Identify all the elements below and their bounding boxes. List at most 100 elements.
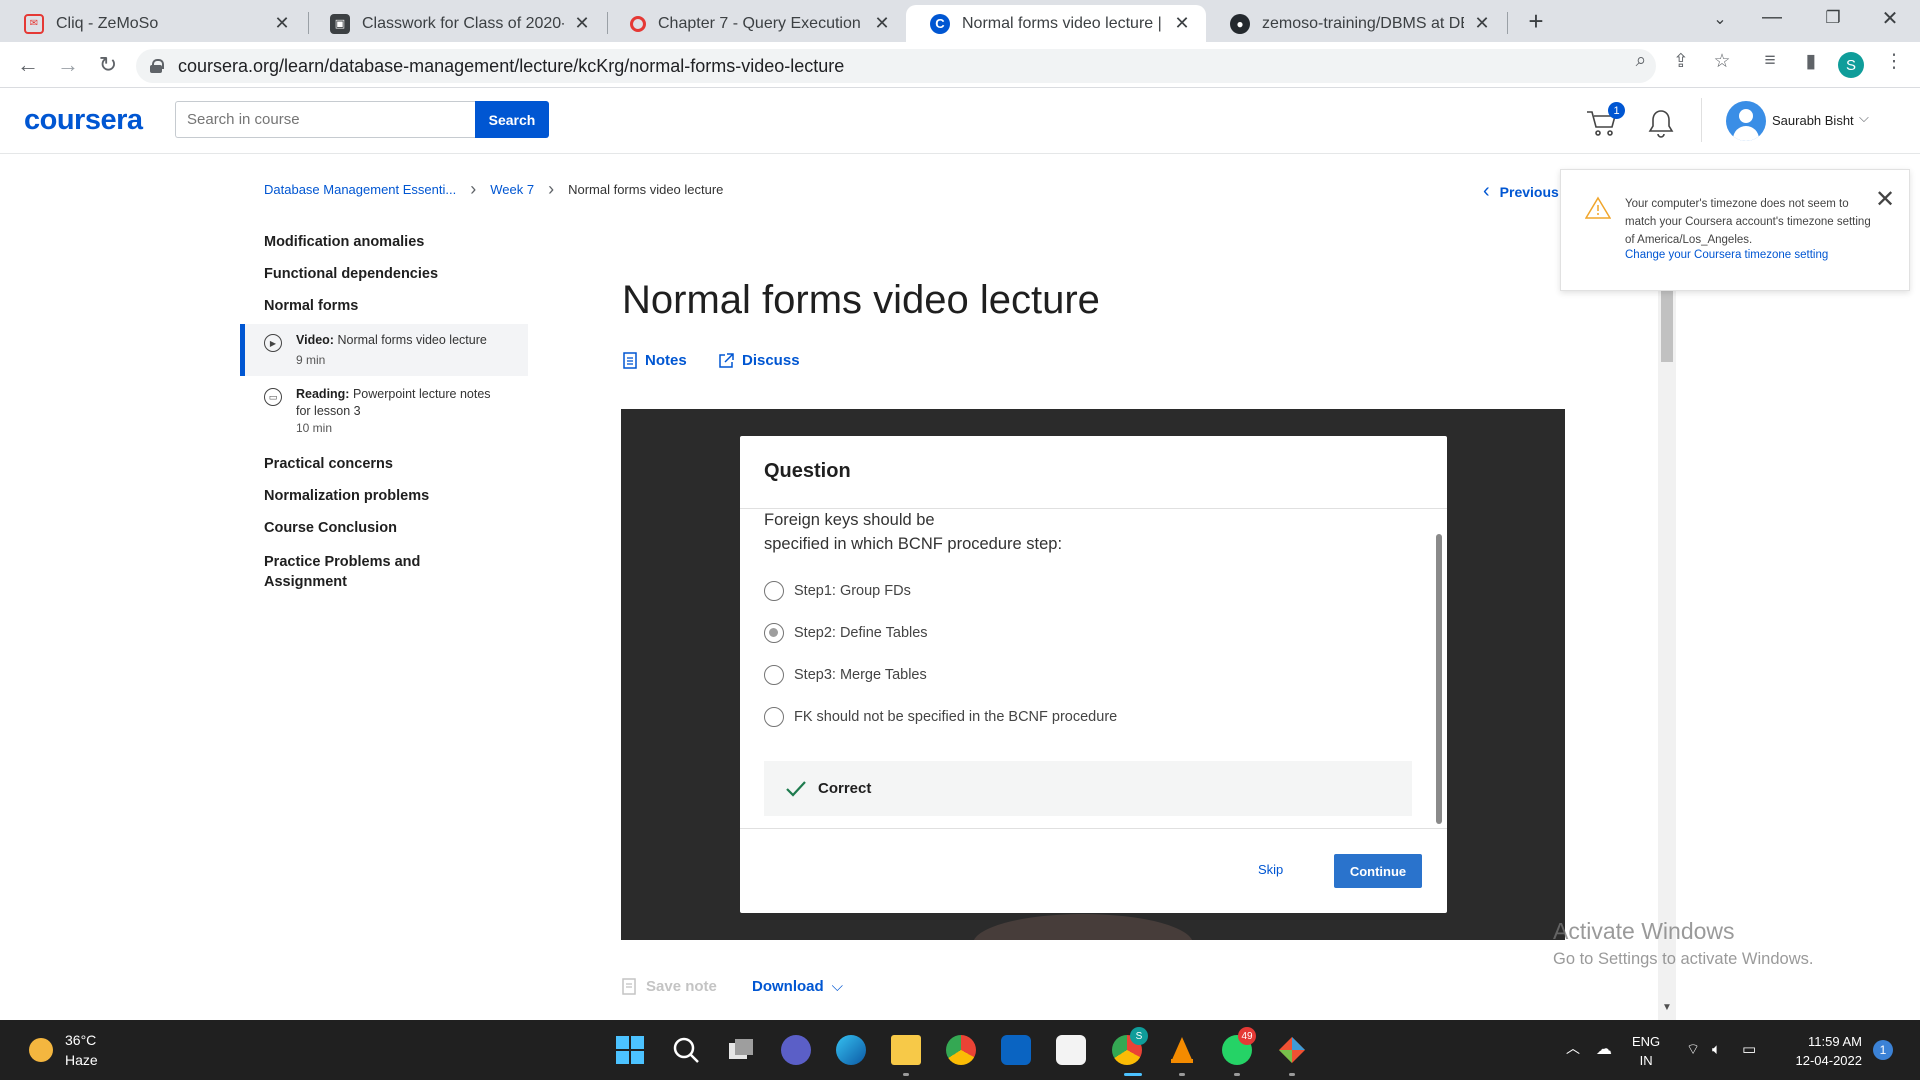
external-link-icon xyxy=(719,352,734,368)
continue-button[interactable]: Continue xyxy=(1334,854,1422,888)
search-input[interactable] xyxy=(175,101,475,138)
battery-icon[interactable]: ▭ xyxy=(1742,1040,1756,1059)
windows-taskbar: 36°C Haze S 49 ︿ ☁ ENG IN ⌔ 🔈︎ ▭ 11:59 A… xyxy=(0,1020,1920,1080)
sidebar-section-practical-concerns[interactable]: Practical concerns xyxy=(264,456,393,472)
close-tab-icon[interactable]: ✕ xyxy=(1472,13,1492,34)
notes-button[interactable]: Notes xyxy=(623,352,687,369)
weather-icon[interactable] xyxy=(29,1038,53,1062)
quiz-option-selected[interactable]: Step2: Define Tables xyxy=(764,623,928,643)
radio-button[interactable] xyxy=(764,707,784,727)
vlc-icon[interactable] xyxy=(1167,1035,1197,1065)
close-tab-icon[interactable]: ✕ xyxy=(1172,13,1192,34)
reading-list-icon[interactable]: ≡ xyxy=(1756,50,1784,72)
wifi-icon[interactable]: ⌔ xyxy=(1686,1040,1700,1059)
back-button[interactable]: ← xyxy=(14,52,42,78)
activation-watermark-sub: Go to Settings to activate Windows. xyxy=(1553,950,1814,968)
clock[interactable]: 11:59 AM 12-04-2022 xyxy=(1784,1032,1863,1070)
close-tab-icon[interactable]: ✕ xyxy=(272,13,292,34)
check-icon xyxy=(786,780,806,797)
radio-button[interactable] xyxy=(764,665,784,685)
browser-tab[interactable]: ▣ Classwork for Class of 2020-Part ✕ xyxy=(306,5,606,42)
edge-icon[interactable] xyxy=(836,1035,866,1065)
task-view-icon[interactable] xyxy=(726,1035,756,1065)
previous-link[interactable]: ‹ Previous xyxy=(1483,180,1559,203)
browser-tab[interactable]: Chapter 7 - Query Execution and ✕ xyxy=(606,5,906,42)
sidebar-section-functional-dependencies[interactable]: Functional dependencies xyxy=(264,266,438,282)
teams-chat-icon[interactable] xyxy=(781,1035,811,1065)
close-tab-icon[interactable]: ✕ xyxy=(872,13,892,34)
reload-button[interactable]: ↻ xyxy=(94,52,122,78)
minimize-button[interactable]: — xyxy=(1752,6,1792,29)
search-button[interactable]: Search xyxy=(475,101,549,138)
quiz-option[interactable]: Step3: Merge Tables xyxy=(764,665,927,685)
notification-center-badge[interactable]: 1 xyxy=(1873,1040,1893,1060)
language-indicator[interactable]: ENG IN xyxy=(1632,1032,1660,1070)
sidebar-item-reading[interactable]: ▭ Reading: Powerpoint lecture notes for … xyxy=(240,378,528,442)
forward-button[interactable]: → xyxy=(54,52,82,78)
browser-tab[interactable]: ✉ Cliq - ZeMoSo ✕ xyxy=(0,5,306,42)
discuss-button[interactable]: Discuss xyxy=(718,352,800,369)
close-tab-icon[interactable]: ✕ xyxy=(572,13,592,34)
restore-button[interactable]: ❐ xyxy=(1813,8,1853,28)
sidebar-section-normal-forms[interactable]: Normal forms xyxy=(264,298,358,314)
mail-icon[interactable] xyxy=(1001,1035,1031,1065)
onedrive-icon[interactable]: ☁ xyxy=(1596,1040,1612,1059)
user-avatar[interactable] xyxy=(1726,101,1766,141)
close-icon[interactable]: ✕ xyxy=(1875,188,1895,212)
weather-temperature[interactable]: 36°C xyxy=(65,1032,96,1048)
quiz-scrollbar[interactable] xyxy=(1436,534,1442,824)
page-scrollbar[interactable] xyxy=(1658,290,1676,1020)
bookmark-star-icon[interactable]: ☆ xyxy=(1708,50,1736,73)
radio-button[interactable] xyxy=(764,581,784,601)
zoom-icon[interactable]: ⌕ xyxy=(1627,50,1655,72)
sidebar-item-video[interactable]: ▶ Video: Normal forms video lecture 9 mi… xyxy=(240,324,528,376)
chevron-down-icon: ⌵ xyxy=(831,978,844,995)
sidebar-section-practice-problems[interactable]: Practice Problems and Assignment xyxy=(264,552,444,592)
cart-count-badge: 1 xyxy=(1608,102,1625,119)
browser-tab[interactable]: ● zemoso-training/DBMS at DBMS ✕ xyxy=(1206,5,1506,42)
breadcrumb-week[interactable]: Week 7 xyxy=(490,182,534,197)
coursera-logo[interactable]: coursera xyxy=(24,104,143,137)
skip-button[interactable]: Skip xyxy=(1258,862,1283,877)
warning-icon xyxy=(1585,196,1611,219)
user-name[interactable]: Saurabh Bisht xyxy=(1772,113,1854,128)
show-hidden-icons-icon[interactable]: ︿ xyxy=(1566,1039,1580,1058)
menu-icon[interactable]: ⋮ xyxy=(1880,50,1908,73)
quiz-option[interactable]: FK should not be specified in the BCNF p… xyxy=(764,707,1117,727)
whatsapp-icon[interactable]: 49 xyxy=(1222,1027,1256,1065)
quiz-option[interactable]: Step1: Group FDs xyxy=(764,581,911,601)
page-title: Normal forms video lecture xyxy=(622,278,1100,322)
browser-tab-active[interactable]: C Normal forms video lecture | Cou ✕ xyxy=(906,5,1206,42)
timezone-settings-link[interactable]: Change your Coursera timezone setting xyxy=(1625,249,1828,261)
sidebar-section-course-conclusion[interactable]: Course Conclusion xyxy=(264,520,397,536)
url-field[interactable]: coursera.org/learn/database-management/l… xyxy=(136,49,1656,83)
side-panel-icon[interactable]: ▮ xyxy=(1797,50,1825,73)
store-icon[interactable] xyxy=(1056,1035,1086,1065)
sidebar-section-normalization-problems[interactable]: Normalization problems xyxy=(264,488,429,504)
cart-icon[interactable]: 1 xyxy=(1586,102,1625,138)
share-icon[interactable]: ⇪ xyxy=(1667,50,1695,73)
search-icon[interactable] xyxy=(671,1035,701,1065)
sidebar-section-modification-anomalies[interactable]: Modification anomalies xyxy=(264,234,424,250)
chrome-icon[interactable] xyxy=(946,1035,976,1065)
start-icon[interactable] xyxy=(615,1035,645,1065)
page-scrollbar-thumb[interactable] xyxy=(1661,290,1673,362)
breadcrumb-course[interactable]: Database Management Essenti... xyxy=(264,182,456,197)
chevron-down-icon[interactable]: ⌵ xyxy=(1859,110,1869,126)
git-icon[interactable] xyxy=(1277,1035,1307,1065)
download-dropdown[interactable]: Download ⌵ xyxy=(752,978,843,995)
weather-condition[interactable]: Haze xyxy=(65,1052,98,1068)
file-explorer-icon[interactable] xyxy=(891,1035,921,1065)
coursera-icon: C xyxy=(930,13,950,34)
notifications-bell-icon[interactable] xyxy=(1648,108,1676,138)
quiz-feedback: Correct xyxy=(764,761,1412,816)
chrome-profile-icon[interactable]: S xyxy=(1112,1027,1148,1065)
volume-icon[interactable]: 🔈︎ xyxy=(1712,1040,1721,1059)
profile-avatar[interactable]: S xyxy=(1838,52,1864,78)
save-note-button[interactable]: Save note xyxy=(622,978,717,995)
scroll-down-arrow-icon[interactable]: ▼ xyxy=(1662,1002,1672,1013)
new-tab-button[interactable]: + xyxy=(1520,6,1552,37)
radio-button-selected[interactable] xyxy=(764,623,784,643)
close-window-button[interactable]: ✕ xyxy=(1870,6,1910,31)
tab-search-icon[interactable]: ⌄ xyxy=(1700,9,1740,29)
